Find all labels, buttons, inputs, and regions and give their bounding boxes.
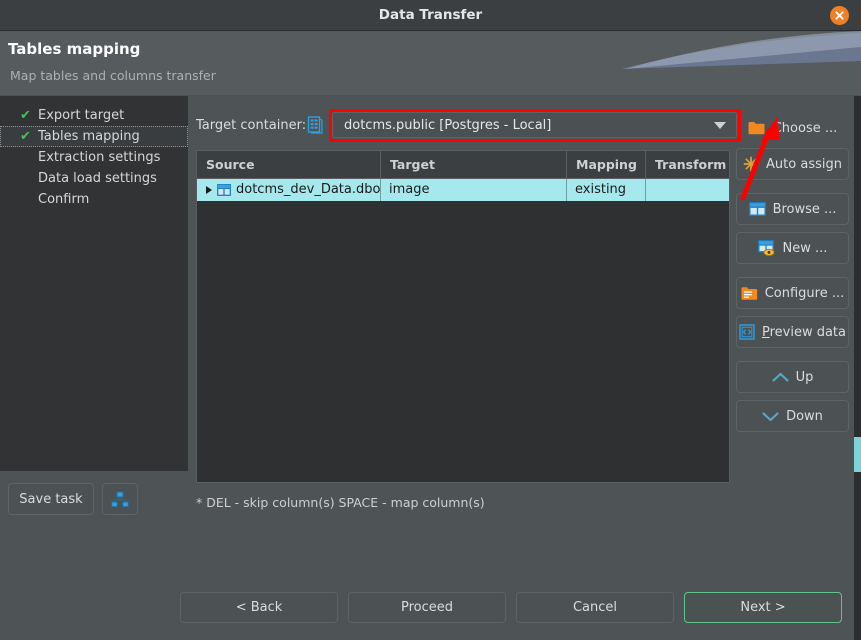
configure-icon xyxy=(741,286,758,301)
preview-data-mnemonic: P xyxy=(762,325,770,340)
save-task-label: Save task xyxy=(19,492,82,507)
cell-transform[interactable] xyxy=(646,179,729,201)
target-container-label: Target container: xyxy=(196,118,306,133)
sidebar-item-label: Tables mapping xyxy=(38,129,140,144)
auto-assign-button[interactable]: Auto assign xyxy=(736,148,849,180)
preview-data-button-label: Preview data xyxy=(762,325,846,340)
cell-target[interactable]: image xyxy=(381,179,567,201)
window-title: Data Transfer xyxy=(0,0,861,31)
next-button-label: Next > xyxy=(740,600,785,615)
task-flow-icon xyxy=(111,491,129,508)
target-container-value: dotcms.public [Postgres - Local] xyxy=(344,113,551,139)
cell-source-text: dotcms_dev_Data.dbo.[I xyxy=(236,179,380,201)
preview-data-rest: review data xyxy=(770,325,846,340)
database-container-icon xyxy=(307,116,324,134)
sidebar-item-label: Data load settings xyxy=(38,171,157,186)
page-header: Tables mapping Map tables and columns tr… xyxy=(0,31,861,95)
page-subtitle: Map tables and columns transfer xyxy=(10,68,216,83)
window-titlebar: Data Transfer xyxy=(0,0,861,31)
back-button[interactable]: < Back xyxy=(180,592,338,623)
sidebar-item-confirm[interactable]: Confirm xyxy=(0,189,188,210)
column-header-transform[interactable]: Transform xyxy=(646,151,729,178)
column-header-mapping[interactable]: Mapping xyxy=(567,151,646,178)
page-title: Tables mapping xyxy=(8,40,140,58)
header-decoration-icon xyxy=(611,31,861,95)
new-button[interactable]: New ... xyxy=(736,232,849,264)
close-icon[interactable] xyxy=(830,6,849,25)
vertical-scrollbar-track[interactable] xyxy=(854,96,861,640)
sidebar-item-data-load-settings[interactable]: Data load settings xyxy=(0,168,188,189)
auto-assign-button-label: Auto assign xyxy=(766,157,842,172)
check-icon: ✔ xyxy=(20,126,31,147)
proceed-button-label: Proceed xyxy=(401,600,453,615)
table-icon xyxy=(217,184,231,196)
sidebar-item-tables-mapping[interactable]: ✔ Tables mapping xyxy=(0,126,188,147)
sidebar-item-extraction-settings[interactable]: Extraction settings xyxy=(0,147,188,168)
check-icon: ✔ xyxy=(20,105,31,126)
cell-mapping[interactable]: existing xyxy=(567,179,646,201)
configure-button[interactable]: Configure ... xyxy=(736,277,849,309)
next-button[interactable]: Next > xyxy=(684,592,842,623)
folder-icon xyxy=(748,121,765,135)
sidebar-item-export-target[interactable]: ✔ Export target xyxy=(0,105,188,126)
up-button[interactable]: Up xyxy=(736,361,849,393)
up-button-label: Up xyxy=(796,370,814,385)
cancel-button[interactable]: Cancel xyxy=(516,592,674,623)
sidebar-item-label: Export target xyxy=(38,108,124,123)
cancel-button-label: Cancel xyxy=(573,600,617,615)
save-task-button[interactable]: Save task xyxy=(8,483,94,515)
column-header-source[interactable]: Source xyxy=(197,151,381,178)
sidebar-item-label: Confirm xyxy=(38,192,89,207)
close-glyph xyxy=(834,10,845,21)
sparkle-icon xyxy=(743,156,759,172)
browse-button[interactable]: Browse ... xyxy=(736,193,849,225)
back-button-label: < Back xyxy=(236,600,283,615)
vertical-scrollbar-thumb[interactable] xyxy=(854,437,861,472)
down-button[interactable]: Down xyxy=(736,400,849,432)
browse-button-label: Browse ... xyxy=(773,202,837,217)
sidebar-item-label: Extraction settings xyxy=(38,150,160,165)
choose-button[interactable]: Choose ... xyxy=(736,112,849,144)
wizard-steps-sidebar: ✔ Export target ✔ Tables mapping Extract… xyxy=(0,96,188,471)
new-table-icon xyxy=(758,240,776,256)
down-button-label: Down xyxy=(786,409,823,424)
column-header-target[interactable]: Target xyxy=(381,151,567,178)
save-task-flow-button[interactable] xyxy=(102,483,138,515)
chevron-down-icon[interactable] xyxy=(714,122,726,129)
tables-mapping-table: Source Target Mapping Transform dotcms_d… xyxy=(196,150,730,483)
table-row[interactable]: dotcms_dev_Data.dbo.[I image existing xyxy=(197,179,729,201)
chevron-up-icon xyxy=(772,372,789,383)
new-button-label: New ... xyxy=(783,241,828,256)
cell-source[interactable]: dotcms_dev_Data.dbo.[I xyxy=(197,179,381,201)
keyboard-hint-text: * DEL - skip column(s) SPACE - map colum… xyxy=(196,495,485,510)
target-container-select[interactable]: dotcms.public [Postgres - Local] xyxy=(332,112,737,138)
preview-data-button[interactable]: Preview data xyxy=(736,316,849,348)
proceed-button[interactable]: Proceed xyxy=(348,592,506,623)
configure-button-label: Configure ... xyxy=(765,286,845,301)
expand-triangle-icon[interactable] xyxy=(206,186,212,194)
browse-table-icon xyxy=(749,202,766,216)
preview-data-icon xyxy=(739,324,755,340)
chevron-down-icon xyxy=(762,411,779,422)
choose-button-label: Choose ... xyxy=(773,121,838,136)
table-header-row: Source Target Mapping Transform xyxy=(197,151,729,179)
